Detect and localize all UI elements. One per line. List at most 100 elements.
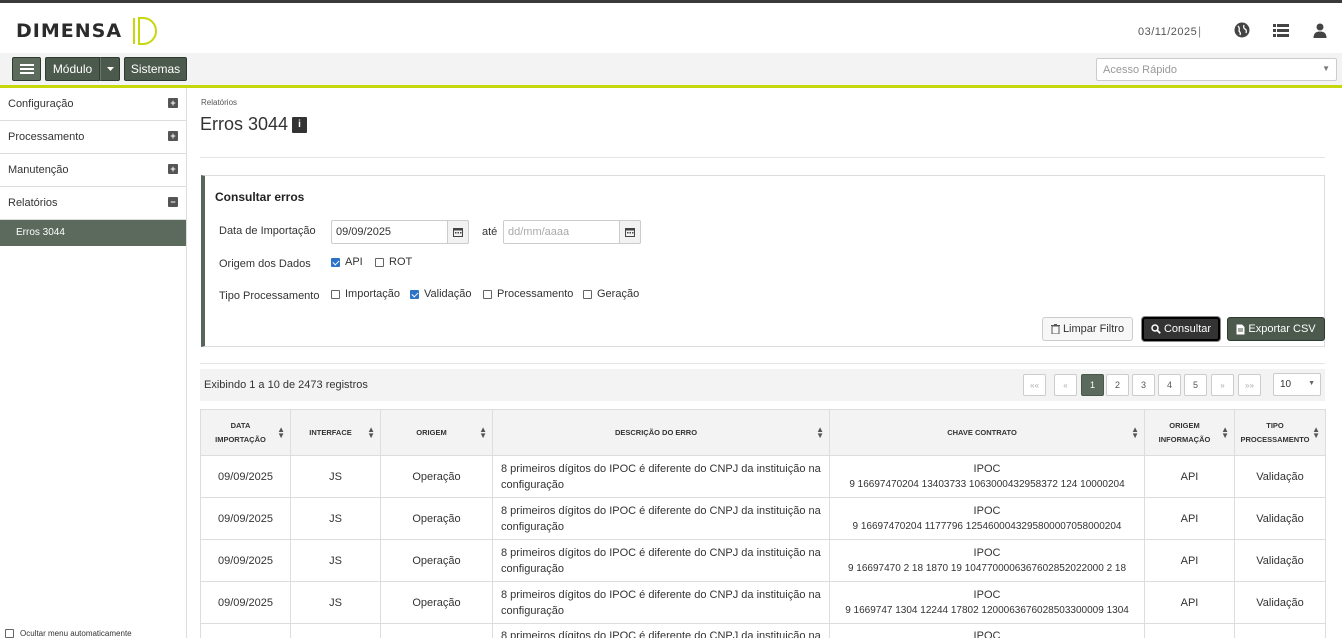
key-value: 9 16697470204 13403733 1063000432958372 … — [849, 478, 1125, 490]
table-row[interactable]: 09/09/2025 JS Operação 8 primeiros dígit… — [200, 581, 1326, 624]
trash-icon — [1050, 324, 1060, 334]
clear-filter-button[interactable]: Limpar Filtro — [1042, 317, 1133, 341]
query-button[interactable]: Consultar — [1142, 317, 1220, 341]
type-importacao-checkbox[interactable] — [331, 289, 340, 299]
type-geracao-checkbox[interactable] — [583, 289, 592, 299]
type-processamento-label: Processamento — [497, 288, 574, 300]
page-4-button[interactable]: 4 — [1158, 374, 1181, 396]
cell-description: 8 primeiros dígitos do IPOC é diferente … — [492, 623, 830, 638]
col-origem[interactable]: Origem ▲ ▼ — [380, 409, 493, 456]
table-row[interactable]: 09/09/2025 JS Operação 8 primeiros dígit… — [200, 455, 1326, 498]
origin-label: Origem dos Dados — [219, 258, 311, 270]
cell-date: 09/09/2025 — [200, 539, 291, 582]
menu-toggle-button[interactable] — [12, 57, 41, 81]
export-csv-label: Exportar CSV — [1248, 323, 1316, 335]
key-type: IPOC — [973, 588, 1001, 601]
sort-icon: ▲ ▼ — [1312, 424, 1320, 440]
type-importacao-option[interactable]: Importação — [331, 288, 400, 300]
info-icon[interactable]: i — [292, 116, 308, 133]
column-label: Tipo processamento — [1240, 420, 1310, 444]
cell-description: 8 primeiros dígitos do IPOC é diferente … — [492, 581, 830, 624]
type-validacao-option[interactable]: Validação — [410, 288, 472, 300]
calendar-icon — [453, 228, 463, 237]
origin-api-option[interactable]: API — [331, 256, 363, 268]
modulo-dropdown-button[interactable] — [100, 57, 120, 81]
sidebar-item-processamento[interactable]: Processamento + — [0, 121, 186, 154]
collapse-icon: − — [168, 197, 178, 207]
type-geracao-option[interactable]: Geração — [583, 288, 639, 300]
pagination-bar: Exibindo 1 a 10 de 2473 registros «« « 1… — [200, 369, 1325, 401]
sort-icon: ▲ ▼ — [1131, 424, 1139, 440]
sidebar-item-configuracao[interactable]: Configuração + — [0, 88, 186, 121]
key-value: 9 1669747 1304 12244 17802 1200063676028… — [845, 604, 1129, 616]
origin-api-label: API — [345, 256, 363, 268]
auto-hide-checkbox[interactable] — [5, 629, 14, 638]
modulo-button[interactable]: Módulo — [45, 57, 100, 81]
col-chave-contrato[interactable]: Chave contrato ▲ ▼ — [829, 409, 1145, 456]
date-from-calendar-button[interactable] — [447, 220, 469, 244]
col-tipo-processamento[interactable]: Tipo processamento ▲ ▼ — [1234, 409, 1326, 456]
export-csv-button[interactable]: Exportar CSV — [1227, 317, 1325, 341]
type-processamento-checkbox[interactable] — [483, 289, 492, 299]
type-validacao-checkbox[interactable] — [410, 289, 419, 299]
cell-interface: JS — [290, 497, 381, 540]
col-descricao[interactable]: Descrição do erro ▲ ▼ — [492, 409, 830, 456]
table-row[interactable]: 09/09/2025 JS Operação 8 primeiros dígit… — [200, 539, 1326, 582]
cell-date: 09/09/2025 — [200, 455, 291, 498]
key-type: IPOC — [973, 462, 1001, 475]
table-row[interactable]: 09/09/2025 JS Operação 8 primeiros dígit… — [200, 497, 1326, 540]
sidebar-item-relatorios[interactable]: Relatórios − — [0, 187, 186, 220]
date-to-calendar-button[interactable] — [619, 220, 641, 244]
search-icon — [1151, 324, 1161, 334]
auto-hide-menu-option[interactable]: Ocultar menu automaticamente — [5, 629, 132, 638]
first-page-button[interactable]: «« — [1023, 374, 1046, 396]
sort-icon: ▲ ▼ — [277, 424, 285, 440]
key-type: IPOC — [973, 504, 1001, 517]
page-1-button[interactable]: 1 — [1081, 374, 1104, 396]
cell-date: 09/09/2025 — [200, 497, 291, 540]
origin-rot-option[interactable]: ROT — [375, 256, 412, 268]
cell-origem-info: API — [1144, 497, 1235, 540]
cell-origem-info: API — [1144, 455, 1235, 498]
sistemas-button[interactable]: Sistemas — [124, 57, 187, 81]
toolbar-accent-line — [0, 85, 1342, 88]
cell-origem: Operação — [380, 497, 493, 540]
globe-icon[interactable] — [1233, 21, 1251, 39]
type-geracao-label: Geração — [597, 288, 640, 300]
logo: DIMENSA — [16, 15, 160, 47]
cell-origem-info: API — [1144, 581, 1235, 624]
key-value: 9 16697470 2 18 1870 19 1047700006367602… — [847, 562, 1127, 574]
key-value: 9 16697470204 1177796 125460004329580000… — [852, 520, 1122, 532]
logo-text: DIMENSA — [16, 20, 123, 42]
sidebar-item-label: Relatórios — [8, 197, 58, 209]
cell-date: 09/09/2025 — [200, 581, 291, 624]
sidebar-subitem-erros-3044[interactable]: Erros 3044 — [0, 220, 186, 246]
quick-access-select[interactable]: Acesso Rápido ▼ — [1096, 58, 1337, 81]
cell-date — [200, 623, 291, 638]
next-page-button[interactable]: » — [1211, 374, 1234, 396]
cell-tipo: Validação — [1234, 497, 1326, 540]
last-page-button[interactable]: »» — [1238, 374, 1261, 396]
page-size-select[interactable]: 10 ▼ — [1273, 373, 1321, 396]
breadcrumb[interactable]: Relatórios — [201, 98, 237, 107]
header-separator: | — [1198, 24, 1202, 38]
records-count: Exibindo 1 a 10 de 2473 registros — [204, 379, 368, 391]
prev-page-button[interactable]: « — [1054, 374, 1077, 396]
type-processamento-option[interactable]: Processamento — [483, 288, 573, 300]
col-origem-informacao[interactable]: Origem informação ▲ ▼ — [1144, 409, 1235, 456]
page-3-button[interactable]: 3 — [1132, 374, 1155, 396]
list-icon[interactable] — [1272, 21, 1290, 39]
col-data-importacao[interactable]: Data importação ▲ ▼ — [200, 409, 291, 456]
user-icon[interactable] — [1311, 21, 1329, 39]
page-5-button[interactable]: 5 — [1184, 374, 1207, 396]
sidebar-item-manutencao[interactable]: Manutenção + — [0, 154, 186, 187]
chevron-down-icon: ▼ — [1308, 380, 1315, 387]
description-line: configuração — [501, 478, 564, 491]
description-line: 8 primeiros dígitos do IPOC é diferente … — [501, 546, 821, 559]
table-row[interactable]: 8 primeiros dígitos do IPOC é diferente … — [200, 623, 1326, 638]
origin-api-checkbox[interactable] — [331, 257, 340, 267]
ate-label: até — [482, 226, 498, 238]
col-interface[interactable]: Interface ▲ ▼ — [290, 409, 381, 456]
origin-rot-checkbox[interactable] — [375, 257, 384, 267]
page-2-button[interactable]: 2 — [1106, 374, 1129, 396]
